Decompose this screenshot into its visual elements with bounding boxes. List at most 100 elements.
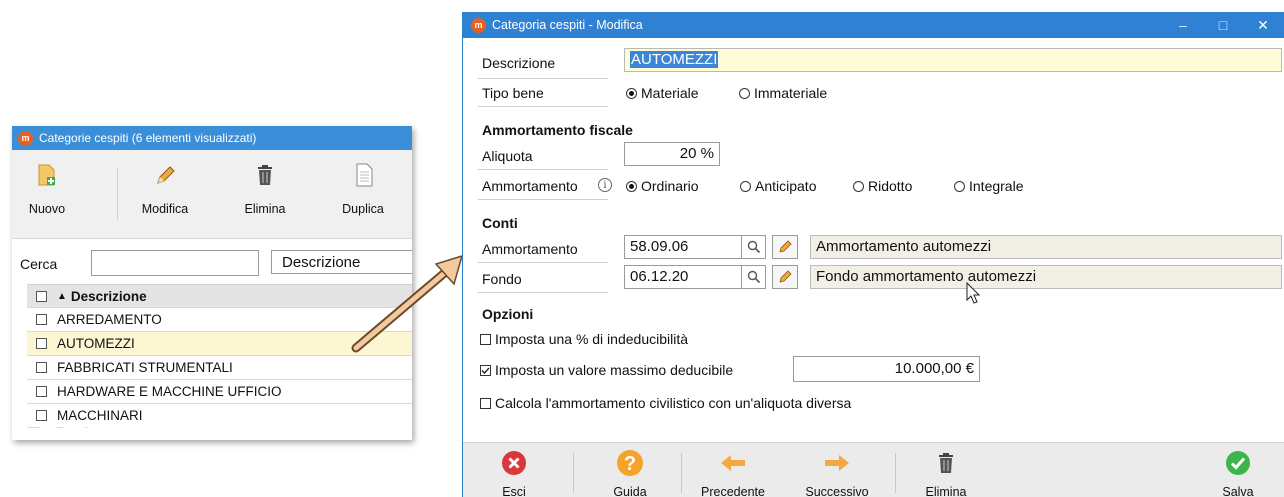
- row-label: FABBRICATI STRUMENTALI: [57, 360, 233, 375]
- nuovo-label: Nuovo: [28, 202, 66, 216]
- elimina-footer-label: Elimina: [925, 485, 967, 497]
- search-account-button[interactable]: [742, 265, 766, 289]
- nuovo-button[interactable]: Nuovo: [12, 160, 82, 216]
- checkbox-box: [480, 397, 491, 409]
- checkbox-box: [480, 333, 491, 345]
- arrow-left-icon: [721, 455, 745, 471]
- underline: [478, 106, 608, 107]
- underline: [478, 169, 608, 170]
- radio-label: Immateriale: [754, 85, 828, 101]
- pencil-icon: [779, 270, 792, 283]
- radio-dot: [626, 87, 637, 99]
- radio-label: Materiale: [641, 85, 699, 101]
- tipo-bene-label: Tipo bene: [482, 85, 544, 101]
- descrizione-field[interactable]: AUTOMEZZI: [624, 48, 1282, 72]
- descrizione-label: Descrizione: [482, 55, 556, 71]
- valore-massimo-field[interactable]: 10.000,00 €: [793, 356, 980, 382]
- table-row[interactable]: FABBRICATI STRUMENTALI: [27, 356, 412, 380]
- table-row[interactable]: HARDWARE E MACCHINE UFFICIO: [27, 380, 412, 404]
- precedente-button[interactable]: Precedente: [693, 449, 773, 497]
- close-button[interactable]: ✕: [1243, 12, 1283, 38]
- footer-separator: [895, 453, 896, 493]
- aliquota-field[interactable]: 20 %: [624, 142, 720, 166]
- trash-icon: [258, 165, 272, 185]
- minimize-button[interactable]: –: [1163, 12, 1203, 38]
- radio-dot: [853, 180, 864, 192]
- torn-edge: [12, 414, 412, 440]
- svg-text:?: ?: [624, 453, 636, 475]
- arrow-right-icon: [825, 455, 849, 471]
- search-account-button[interactable]: [742, 235, 766, 259]
- radio-anticipato[interactable]: Anticipato: [740, 178, 816, 194]
- salva-label: Salva: [1222, 485, 1254, 497]
- radio-dot: [740, 180, 751, 192]
- edit-account-button[interactable]: [772, 265, 798, 289]
- checkbox-civilistico[interactable]: Calcola l'ammortamento civilistico con u…: [480, 395, 851, 411]
- left-window-title: Categorie cespiti (6 elementi visualizza…: [39, 131, 257, 145]
- left-toolbar: Nuovo Modifica Elimina Duplica: [12, 150, 412, 239]
- radio-label: Ridotto: [868, 178, 913, 194]
- row-label: HARDWARE E MACCHINE UFFICIO: [57, 384, 282, 399]
- descrizione-value: AUTOMEZZI: [630, 51, 719, 68]
- conto-fondo-code[interactable]: 06.12.20: [624, 265, 742, 289]
- underline: [478, 292, 608, 293]
- dialog-title: Categoria cespiti - Modifica: [492, 18, 643, 32]
- radio-dot: [626, 180, 637, 192]
- section-opzioni: Opzioni: [482, 306, 534, 322]
- new-document-icon: [38, 164, 55, 186]
- checkbox-indeducibilita[interactable]: Imposta una % di indeducibilità: [480, 331, 688, 347]
- app-logo-icon: m: [471, 17, 486, 33]
- elimina-label: Elimina: [244, 202, 286, 216]
- row-checkbox[interactable]: [36, 362, 47, 373]
- checkbox-label: Imposta una % di indeducibilità: [495, 331, 689, 347]
- app-logo-icon: m: [18, 130, 33, 146]
- row-checkbox[interactable]: [36, 386, 47, 397]
- maximize-button[interactable]: □: [1203, 12, 1243, 38]
- pointer-arrow: [351, 254, 464, 353]
- row-checkbox[interactable]: [36, 338, 47, 349]
- conto-ammortamento-label: Ammortamento: [482, 241, 578, 257]
- aliquota-label: Aliquota: [482, 148, 533, 164]
- trash-icon: [939, 453, 953, 473]
- select-all-checkbox[interactable]: [36, 290, 47, 302]
- info-icon[interactable]: i: [598, 178, 612, 192]
- conto-fondo-label: Fondo: [482, 271, 522, 287]
- salva-button[interactable]: Salva: [1198, 449, 1278, 497]
- radio-materiale[interactable]: Materiale: [626, 85, 699, 101]
- sort-asc-icon: ▲: [57, 290, 67, 302]
- search-input[interactable]: [91, 250, 259, 276]
- duplica-button[interactable]: Duplica: [328, 160, 398, 216]
- modifica-button[interactable]: Modifica: [130, 160, 200, 216]
- radio-label: Anticipato: [755, 178, 817, 194]
- radio-label: Integrale: [969, 178, 1024, 194]
- dialog-titlebar: m Categoria cespiti - Modifica – □ ✕: [463, 12, 1284, 38]
- edit-account-button[interactable]: [772, 235, 798, 259]
- dialog-footer: Esci ? Guida Precedente Successivo Elimi…: [463, 442, 1284, 497]
- column-header-descrizione: Descrizione: [70, 288, 147, 304]
- checkbox-label: Calcola l'ammortamento civilistico con u…: [495, 395, 852, 411]
- close-circle-icon: [502, 451, 526, 475]
- row-label: AUTOMEZZI: [57, 336, 135, 351]
- section-ammortamento-fiscale: Ammortamento fiscale: [482, 122, 633, 138]
- successivo-label: Successivo: [805, 485, 869, 497]
- elimina-button[interactable]: Elimina: [230, 160, 300, 216]
- categoria-cespiti-dialog: m Categoria cespiti - Modifica – □ ✕ Des…: [462, 12, 1284, 497]
- successivo-button[interactable]: Successivo: [797, 449, 877, 497]
- radio-ridotto[interactable]: Ridotto: [853, 178, 912, 194]
- guida-label: Guida: [613, 485, 647, 497]
- guida-button[interactable]: ? Guida: [590, 449, 670, 497]
- modifica-label: Modifica: [141, 202, 189, 216]
- row-checkbox[interactable]: [36, 314, 47, 325]
- pencil-icon: [157, 166, 175, 184]
- esci-button[interactable]: Esci: [474, 449, 554, 497]
- elimina-footer-button[interactable]: Elimina: [906, 449, 986, 497]
- radio-dot: [954, 180, 965, 192]
- conto-ammortamento-code[interactable]: 58.09.06: [624, 235, 742, 259]
- search-icon: [747, 240, 760, 254]
- radio-immateriale[interactable]: Immateriale: [739, 85, 827, 101]
- radio-integrale[interactable]: Integrale: [954, 178, 1023, 194]
- checkbox-valore-massimo[interactable]: Imposta un valore massimo deducibile: [480, 362, 733, 378]
- footer-separator: [681, 453, 682, 493]
- radio-ordinario[interactable]: Ordinario: [626, 178, 699, 194]
- ammortamento-label: Ammortamento: [482, 178, 578, 194]
